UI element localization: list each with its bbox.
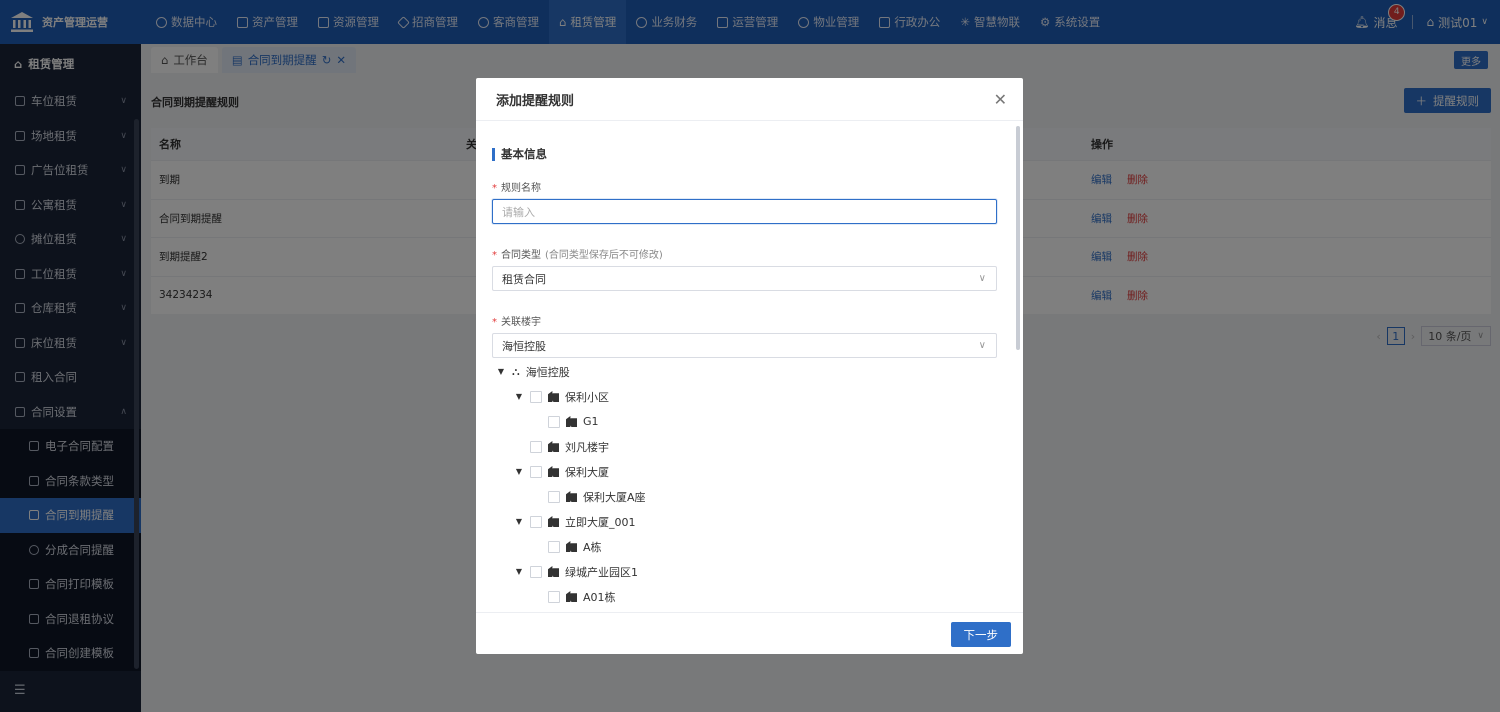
building-icon — [566, 416, 577, 427]
section-title: 基本信息 — [501, 147, 547, 161]
tree-checkbox[interactable] — [548, 540, 560, 553]
tree-node[interactable]: ▼ 立即大厦_001 — [514, 509, 636, 534]
close-icon[interactable]: ✕ — [994, 90, 1007, 109]
tree-checkbox[interactable] — [530, 440, 542, 453]
required-mark: * — [492, 183, 497, 194]
tree-node-label: 保利小区 — [565, 390, 609, 404]
required-mark: * — [492, 317, 497, 328]
section-marker — [492, 147, 495, 161]
chevron-down-icon: ∨ — [978, 340, 986, 351]
tree-node-label: G1 — [583, 415, 599, 428]
contract-type-hint: (合同类型保存后不可修改) — [545, 250, 663, 261]
building-icon — [566, 591, 577, 602]
rule-name-label: * 规则名称 — [492, 179, 541, 194]
section-header: 基本信息 — [492, 146, 547, 162]
dialog-footer: 下一步 — [476, 612, 1023, 654]
building-icon — [548, 566, 559, 577]
building-icon — [548, 516, 559, 527]
tree-node[interactable]: 刘凡楼宇 — [514, 434, 609, 459]
tree-node[interactable]: ▼ 保利小区 — [514, 384, 609, 409]
dialog-scrollbar[interactable] — [1016, 126, 1020, 350]
tree-node-label: 保利大厦 — [565, 465, 609, 479]
tree-node-label: A01栋 — [583, 590, 616, 604]
tree-node[interactable]: A01栋 — [532, 584, 616, 609]
dialog-body: 基本信息 * 规则名称 请输入 * 合同类型 (合同类型保存后不可修改) 租赁合同 ∨ … — [476, 122, 1023, 612]
building-select[interactable]: 海恒控股 ∨ — [492, 333, 997, 358]
contract-type-value: 租赁合同 — [502, 272, 546, 286]
tree-node[interactable]: ▼ ⛬ 海恒控股 — [496, 359, 570, 384]
building-icon — [566, 491, 577, 502]
tree-checkbox[interactable] — [548, 590, 560, 603]
add-rule-dialog: 添加提醒规则 ✕ 基本信息 * 规则名称 请输入 * 合同类型 (合同类型保存后不可修… — [476, 78, 1023, 654]
building-label: * 关联楼宇 — [492, 313, 541, 328]
next-step-button[interactable]: 下一步 — [950, 622, 1011, 647]
rule-name-input[interactable]: 请输入 — [492, 199, 997, 224]
caret-down-icon[interactable]: ▼ — [514, 467, 524, 476]
tree-node-label: 立即大厦_001 — [565, 515, 636, 529]
building-icon — [566, 541, 577, 552]
caret-down-icon[interactable]: ▼ — [496, 367, 506, 376]
tree-node[interactable]: A栋 — [532, 534, 602, 559]
org-icon: ⛬ — [512, 364, 520, 378]
tree-node[interactable]: G1 — [532, 409, 599, 434]
dialog-header: 添加提醒规则 ✕ — [476, 78, 1023, 121]
chevron-down-icon: ∨ — [978, 273, 986, 284]
contract-type-select[interactable]: 租赁合同 ∨ — [492, 266, 997, 291]
dialog-title: 添加提醒规则 — [496, 93, 575, 109]
tree-node-label: 刘凡楼宇 — [565, 440, 609, 454]
building-icon — [548, 441, 559, 452]
contract-type-label: * 合同类型 (合同类型保存后不可修改) — [492, 246, 663, 261]
tree-checkbox[interactable] — [548, 490, 560, 503]
building-icon — [548, 391, 559, 402]
caret-down-icon[interactable]: ▼ — [514, 392, 524, 401]
label-text: 关联楼宇 — [501, 317, 541, 328]
label-text: 合同类型 — [501, 250, 541, 261]
caret-down-icon[interactable]: ▼ — [514, 567, 524, 576]
tree-node-label: A栋 — [583, 540, 602, 554]
tree-node[interactable]: 保利大厦A座 — [532, 484, 646, 509]
tree-node-label: 海恒控股 — [525, 365, 570, 379]
caret-down-icon[interactable]: ▼ — [514, 517, 524, 526]
required-mark: * — [492, 250, 497, 261]
tree-checkbox[interactable] — [530, 390, 542, 403]
tree-checkbox[interactable] — [530, 515, 542, 528]
tree-checkbox[interactable] — [530, 565, 542, 578]
tree-checkbox[interactable] — [548, 415, 560, 428]
tree-node-label: 保利大厦A座 — [583, 490, 646, 504]
building-value: 海恒控股 — [502, 339, 546, 353]
building-icon — [548, 466, 559, 477]
rule-name-placeholder: 请输入 — [502, 205, 535, 219]
tree-node[interactable]: ▼ 绿城产业园区1 — [514, 559, 638, 584]
tree-checkbox[interactable] — [530, 465, 542, 478]
tree-node-label: 绿城产业园区1 — [565, 565, 638, 579]
label-text: 规则名称 — [501, 183, 541, 194]
tree-node[interactable]: ▼ 保利大厦 — [514, 459, 609, 484]
